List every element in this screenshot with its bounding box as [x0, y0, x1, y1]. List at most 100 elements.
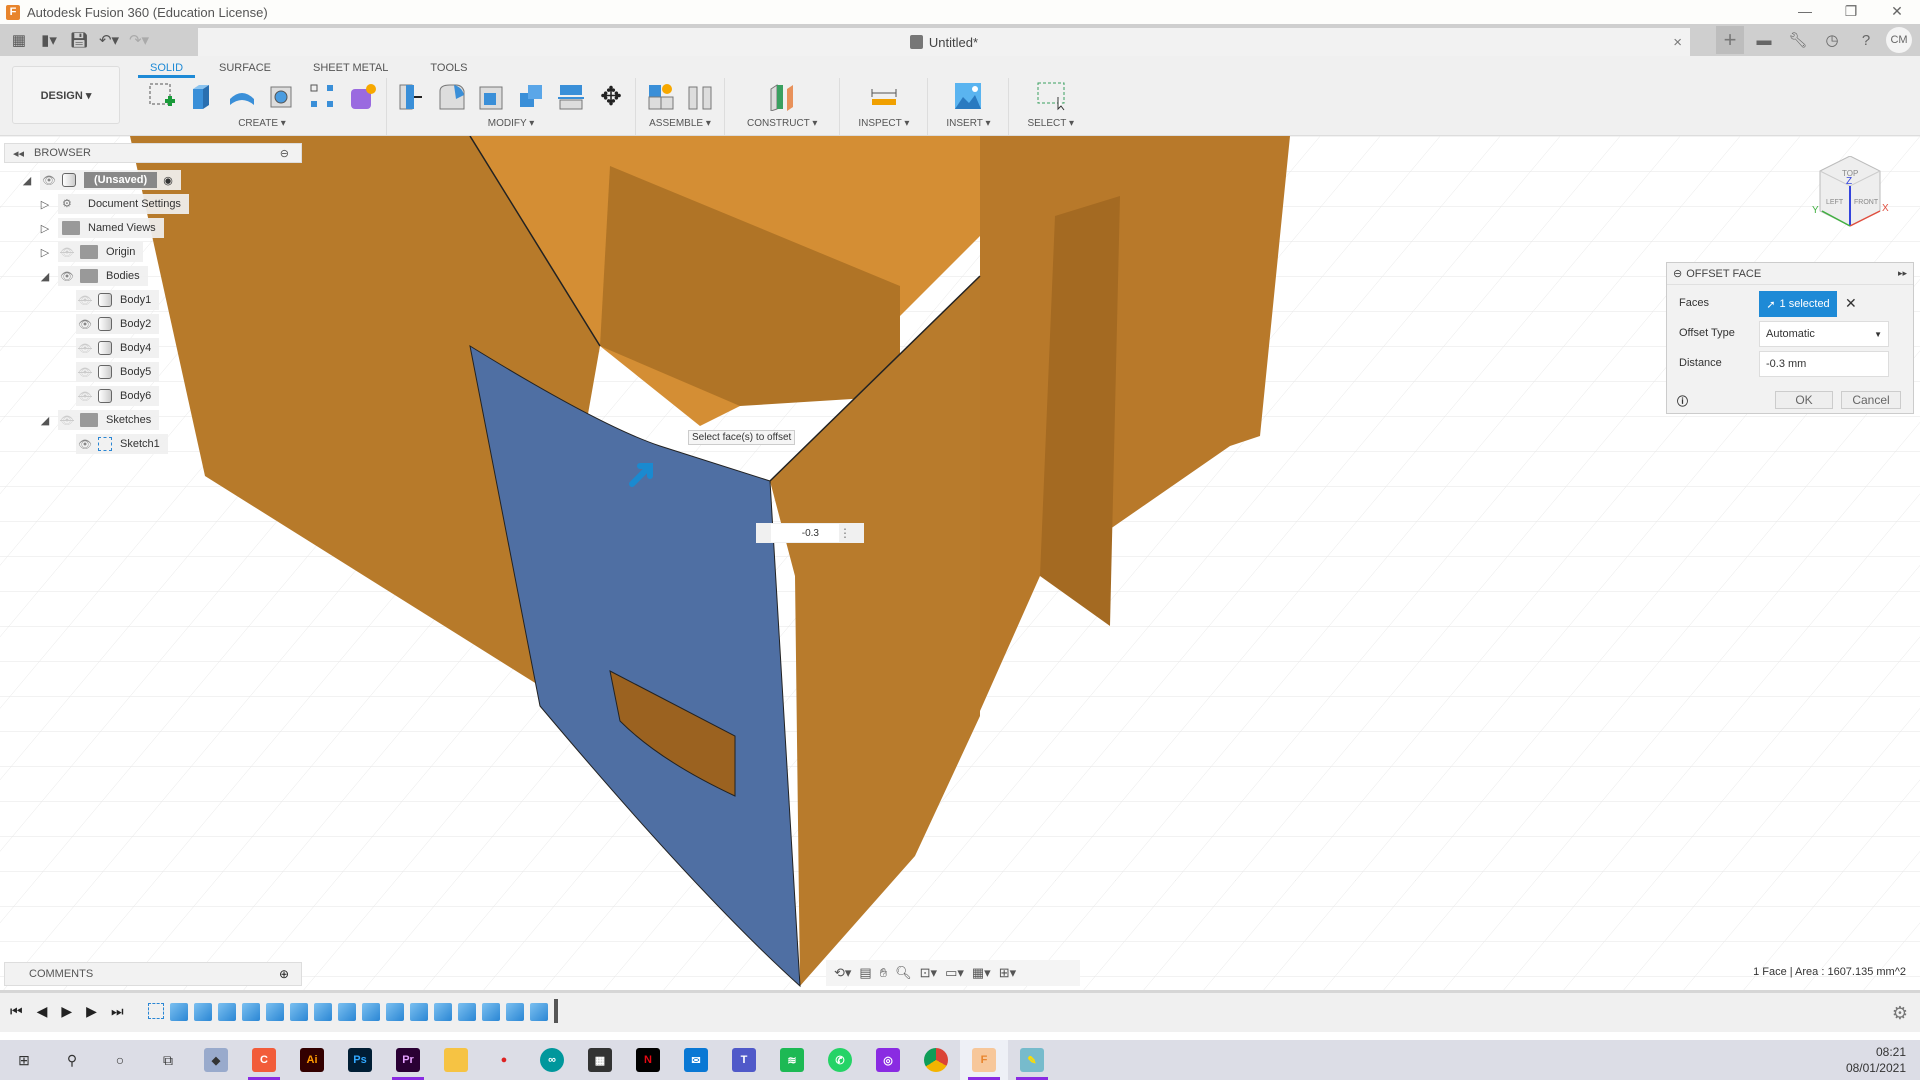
offset-plane-icon[interactable]	[766, 80, 798, 112]
dialog-collapse-icon[interactable]: ⊖	[1673, 267, 1682, 280]
eye-icon[interactable]: 👁︎	[40, 174, 58, 187]
timeline-feature[interactable]	[386, 1003, 404, 1021]
add-comment-icon[interactable]: ⊕	[279, 967, 289, 981]
taskbar-premiere[interactable]: Pr	[384, 1040, 432, 1080]
cancel-button[interactable]: Cancel	[1841, 391, 1901, 409]
taskbar-store[interactable]: ▦	[576, 1040, 624, 1080]
inspect-menu[interactable]: INSPECT ▾	[858, 118, 909, 129]
avatar[interactable]: CM	[1886, 27, 1912, 53]
timeline-feature[interactable]	[338, 1003, 356, 1021]
create-form-icon[interactable]	[346, 80, 378, 112]
redo-icon[interactable]: ↷▾	[126, 27, 152, 53]
eye-hidden-icon[interactable]: 👁︎	[76, 342, 94, 355]
taskbar-photoshop[interactable]: Ps	[336, 1040, 384, 1080]
tree-root[interactable]: ◢ 👁︎ (Unsaved) ◉	[20, 170, 181, 190]
taskbar-teams[interactable]: T	[720, 1040, 768, 1080]
eye-icon[interactable]: 👁︎	[58, 270, 76, 283]
task-view-button[interactable]: ⧉	[144, 1040, 192, 1080]
file-menu-icon[interactable]: ▮▾	[36, 27, 62, 53]
faces-selection-button[interactable]: ➚ 1 selected	[1759, 291, 1837, 317]
extensions-icon[interactable]: 🔧︎	[1784, 26, 1812, 54]
timeline-feature[interactable]	[530, 1003, 548, 1021]
fit-icon[interactable]: ⊡▾	[920, 965, 937, 981]
expand-icon[interactable]: ▷	[38, 222, 52, 235]
timeline-feature[interactable]	[410, 1003, 428, 1021]
press-pull-icon[interactable]	[395, 80, 427, 112]
taskbar-netflix[interactable]: N	[624, 1040, 672, 1080]
apps-grid-icon[interactable]: ▦	[6, 27, 32, 53]
joint-icon[interactable]	[684, 80, 716, 112]
collapse-icon[interactable]: ◢	[20, 174, 34, 187]
split-body-icon[interactable]	[555, 80, 587, 112]
help-icon[interactable]: ?	[1852, 26, 1880, 54]
browser-pin-icon[interactable]: ⊖	[280, 147, 289, 160]
taskbar-whatsapp[interactable]: ✆	[816, 1040, 864, 1080]
cortana-button[interactable]: ○	[96, 1040, 144, 1080]
collapse-icon[interactable]: ◢	[38, 414, 52, 427]
timeline-settings-icon[interactable]: ⚙	[1892, 1003, 1908, 1024]
expand-icon[interactable]: ▷	[38, 198, 52, 211]
document-tab[interactable]: Untitled* ×	[198, 28, 1690, 56]
tree-item-sketches[interactable]: ◢ 👁︎ Sketches	[38, 410, 160, 430]
move-icon[interactable]: ✥	[595, 80, 627, 112]
insert-image-icon[interactable]	[952, 80, 984, 112]
system-clock[interactable]: 08:21 08/01/2021	[1846, 1044, 1906, 1076]
tree-item-origin[interactable]: ▷ 👁︎ Origin	[38, 242, 144, 262]
taskbar-file-explorer[interactable]	[432, 1040, 480, 1080]
look-at-icon[interactable]: ▤	[859, 965, 871, 981]
assemble-menu[interactable]: ASSEMBLE ▾	[649, 118, 711, 129]
taskbar-spotify[interactable]: ≋	[768, 1040, 816, 1080]
taskbar-arduino[interactable]: ∞	[528, 1040, 576, 1080]
ok-button[interactable]: OK	[1775, 391, 1833, 409]
timeline-sketch-feature[interactable]	[148, 1003, 164, 1019]
eye-hidden-icon[interactable]: 👁︎	[76, 390, 94, 403]
tree-item-body2[interactable]: 👁︎ Body2	[76, 314, 160, 334]
timeline-feature[interactable]	[170, 1003, 188, 1021]
combine-icon[interactable]	[515, 80, 547, 112]
window-select-icon[interactable]	[1035, 80, 1067, 112]
comments-panel[interactable]: COMMENTS ⊕	[4, 962, 302, 986]
undo-icon[interactable]: ↶▾	[96, 27, 122, 53]
tree-item-sketch1[interactable]: 👁︎ Sketch1	[76, 434, 168, 454]
step-back-icon[interactable]: ◀	[37, 1003, 48, 1020]
eye-hidden-icon[interactable]: 👁︎	[58, 414, 76, 427]
select-menu[interactable]: SELECT ▾	[1027, 118, 1074, 129]
orbit-icon[interactable]: ⟲▾	[834, 965, 851, 981]
expand-icon[interactable]: ▷	[38, 246, 52, 259]
offset-manipulator-arrow[interactable]	[618, 454, 668, 494]
create-menu[interactable]: CREATE ▾	[238, 118, 286, 129]
start-button[interactable]: ⊞	[0, 1040, 48, 1080]
inline-distance-input[interactable]: -0.3	[771, 524, 839, 542]
close-window-button[interactable]: ✕	[1874, 0, 1920, 24]
tab-sheet-metal[interactable]: SHEET METAL	[301, 58, 400, 78]
go-to-start-icon[interactable]: ⏮	[10, 1003, 23, 1020]
job-status-icon[interactable]: ◷	[1818, 26, 1846, 54]
viewcube[interactable]: TOP LEFT FRONT Z X Y	[1810, 156, 1890, 236]
shell-icon[interactable]	[475, 80, 507, 112]
tree-item-named-views[interactable]: ▷ Named Views	[38, 218, 164, 238]
play-icon[interactable]: ▶	[61, 1003, 72, 1020]
info-icon[interactable]: ⓘ	[1677, 393, 1688, 409]
revolve-icon[interactable]	[226, 80, 258, 112]
canvas-viewport[interactable]: TOP LEFT FRONT Z X Y	[0, 136, 1920, 990]
extrude-icon[interactable]	[186, 80, 218, 112]
timeline-feature[interactable]	[362, 1003, 380, 1021]
restore-button[interactable]: ❐	[1828, 0, 1874, 24]
eye-icon[interactable]: 👁︎	[76, 438, 94, 451]
pattern-icon[interactable]	[306, 80, 338, 112]
create-sketch-icon[interactable]	[146, 80, 178, 112]
activate-icon[interactable]: ◉	[163, 174, 173, 187]
go-to-end-icon[interactable]: ⏭	[111, 1003, 124, 1020]
tree-item-document-settings[interactable]: ▷ ⚙ Document Settings	[38, 194, 189, 214]
save-icon[interactable]: 💾︎	[66, 27, 92, 53]
taskbar-app-2[interactable]: C	[240, 1040, 288, 1080]
taskbar-illustrator[interactable]: Ai	[288, 1040, 336, 1080]
timeline-feature[interactable]	[458, 1003, 476, 1021]
tree-item-bodies[interactable]: ◢ 👁︎ Bodies	[38, 266, 148, 286]
timeline-marker[interactable]	[554, 999, 558, 1023]
timeline-feature[interactable]	[434, 1003, 452, 1021]
tree-item-body5[interactable]: 👁︎ Body5	[76, 362, 160, 382]
tab-tools[interactable]: TOOLS	[418, 58, 479, 78]
close-tab-icon[interactable]: ×	[1673, 34, 1682, 51]
tab-solid[interactable]: SOLID	[138, 58, 196, 78]
